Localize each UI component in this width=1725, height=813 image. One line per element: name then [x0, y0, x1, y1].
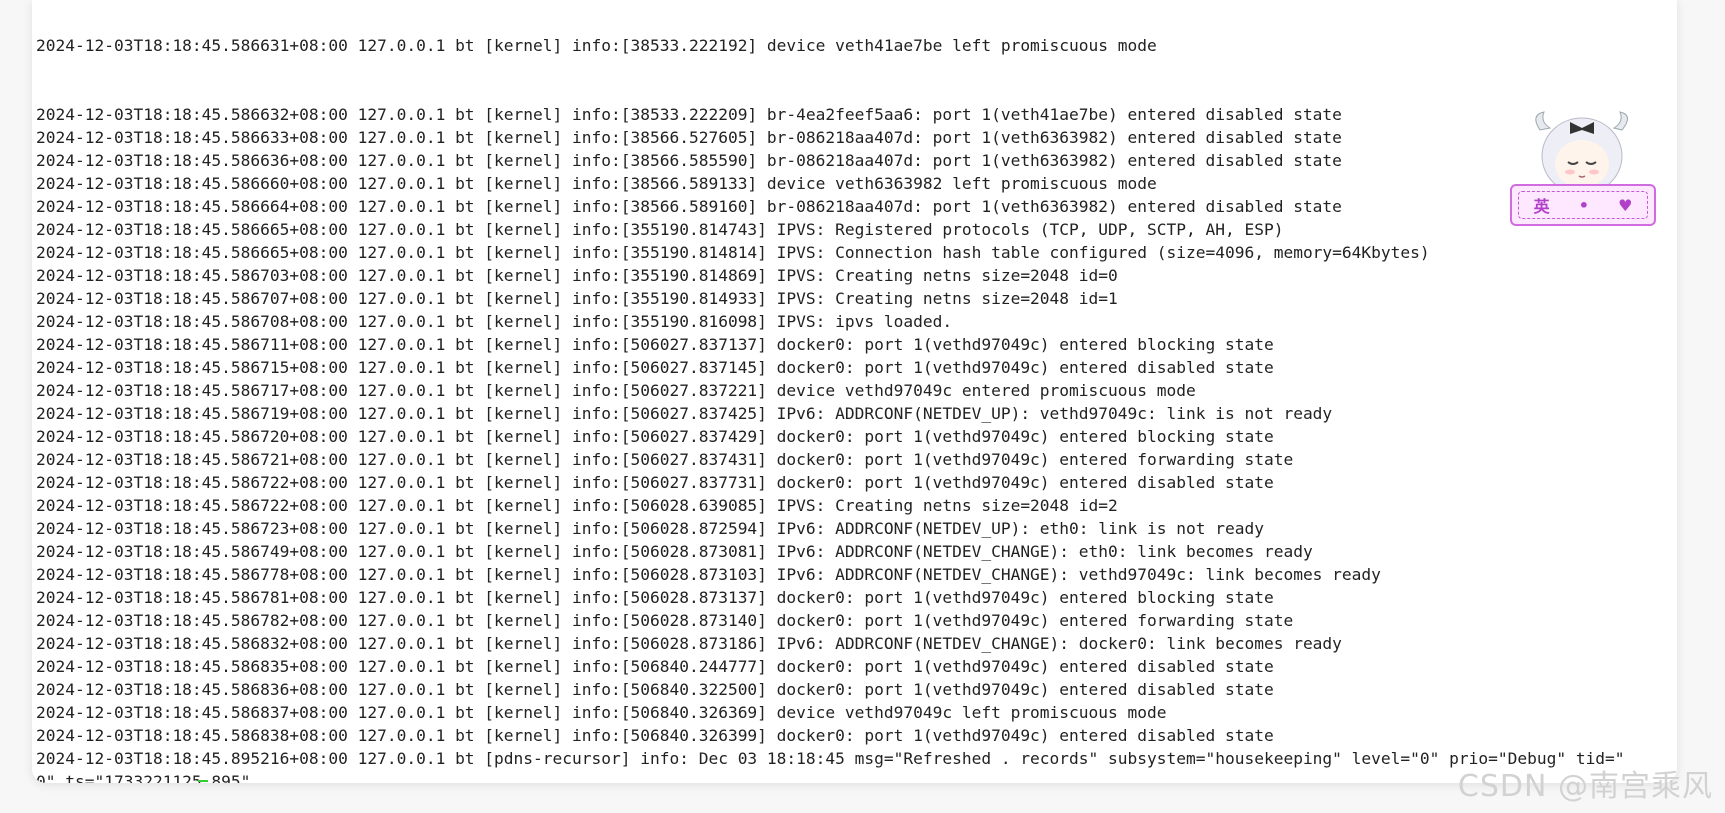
- mascot-badge-inner: 英 • ♥: [1518, 191, 1648, 219]
- log-line: 2024-12-03T18:18:45.586633+08:00 127.0.0…: [36, 128, 1342, 147]
- log-line: 2024-12-03T18:18:45.586837+08:00 127.0.0…: [36, 703, 1167, 722]
- terminal-output-panel: 2024-12-03T18:18:45.586631+08:00 127.0.0…: [32, 0, 1677, 783]
- log-line: 2024-12-03T18:18:45.586711+08:00 127.0.0…: [36, 335, 1274, 354]
- log-text-area[interactable]: 2024-12-03T18:18:45.586631+08:00 127.0.0…: [36, 0, 1677, 783]
- mascot-sticker: 英 • ♥: [1510, 110, 1658, 228]
- log-line: 2024-12-03T18:18:45.586782+08:00 127.0.0…: [36, 611, 1294, 630]
- log-line-partial: 2024-12-03T18:18:45.586631+08:00 127.0.0…: [36, 36, 1157, 55]
- log-line: 0" ts="1733221125.895": [36, 772, 251, 783]
- log-line: 2024-12-03T18:18:45.586781+08:00 127.0.0…: [36, 588, 1274, 607]
- log-line: 2024-12-03T18:18:45.586722+08:00 127.0.0…: [36, 473, 1274, 492]
- log-line: 2024-12-03T18:18:45.586721+08:00 127.0.0…: [36, 450, 1294, 469]
- heart-icon: ♥: [1618, 195, 1633, 215]
- badge-char-lang: 英: [1533, 197, 1550, 216]
- log-line: 2024-12-03T18:18:45.586632+08:00 127.0.0…: [36, 105, 1342, 124]
- badge-char-dot: •: [1578, 195, 1589, 215]
- log-line: 2024-12-03T18:18:45.586832+08:00 127.0.0…: [36, 634, 1342, 653]
- log-line: 2024-12-03T18:18:45.586720+08:00 127.0.0…: [36, 427, 1274, 446]
- log-line: 2024-12-03T18:18:45.586664+08:00 127.0.0…: [36, 197, 1342, 216]
- log-line: 2024-12-03T18:18:45.586708+08:00 127.0.0…: [36, 312, 953, 331]
- log-line: 2024-12-03T18:18:45.895216+08:00 127.0.0…: [36, 749, 1625, 768]
- log-line: 2024-12-03T18:18:45.586719+08:00 127.0.0…: [36, 404, 1333, 423]
- text-cursor: [198, 780, 208, 782]
- mascot-badge: 英 • ♥: [1510, 184, 1656, 226]
- log-line: 2024-12-03T18:18:45.586723+08:00 127.0.0…: [36, 519, 1264, 538]
- log-line: 2024-12-03T18:18:45.586778+08:00 127.0.0…: [36, 565, 1381, 584]
- log-line: 2024-12-03T18:18:45.586717+08:00 127.0.0…: [36, 381, 1196, 400]
- log-line: 2024-12-03T18:18:45.586722+08:00 127.0.0…: [36, 496, 1118, 515]
- log-line: 2024-12-03T18:18:45.586703+08:00 127.0.0…: [36, 266, 1118, 285]
- log-line: 2024-12-03T18:18:45.586715+08:00 127.0.0…: [36, 358, 1274, 377]
- log-line: 2024-12-03T18:18:45.586636+08:00 127.0.0…: [36, 151, 1342, 170]
- log-line: 2024-12-03T18:18:45.586836+08:00 127.0.0…: [36, 680, 1274, 699]
- log-line: 2024-12-03T18:18:45.586665+08:00 127.0.0…: [36, 220, 1284, 239]
- watermark-text: CSDN @南宫乘风: [1457, 769, 1713, 804]
- log-line: 2024-12-03T18:18:45.586660+08:00 127.0.0…: [36, 174, 1157, 193]
- log-line: 2024-12-03T18:18:45.586749+08:00 127.0.0…: [36, 542, 1313, 561]
- log-line: 2024-12-03T18:18:45.586838+08:00 127.0.0…: [36, 726, 1274, 745]
- log-line: 2024-12-03T18:18:45.586707+08:00 127.0.0…: [36, 289, 1118, 308]
- log-line: 2024-12-03T18:18:45.586665+08:00 127.0.0…: [36, 243, 1430, 262]
- log-line: 2024-12-03T18:18:45.586835+08:00 127.0.0…: [36, 657, 1274, 676]
